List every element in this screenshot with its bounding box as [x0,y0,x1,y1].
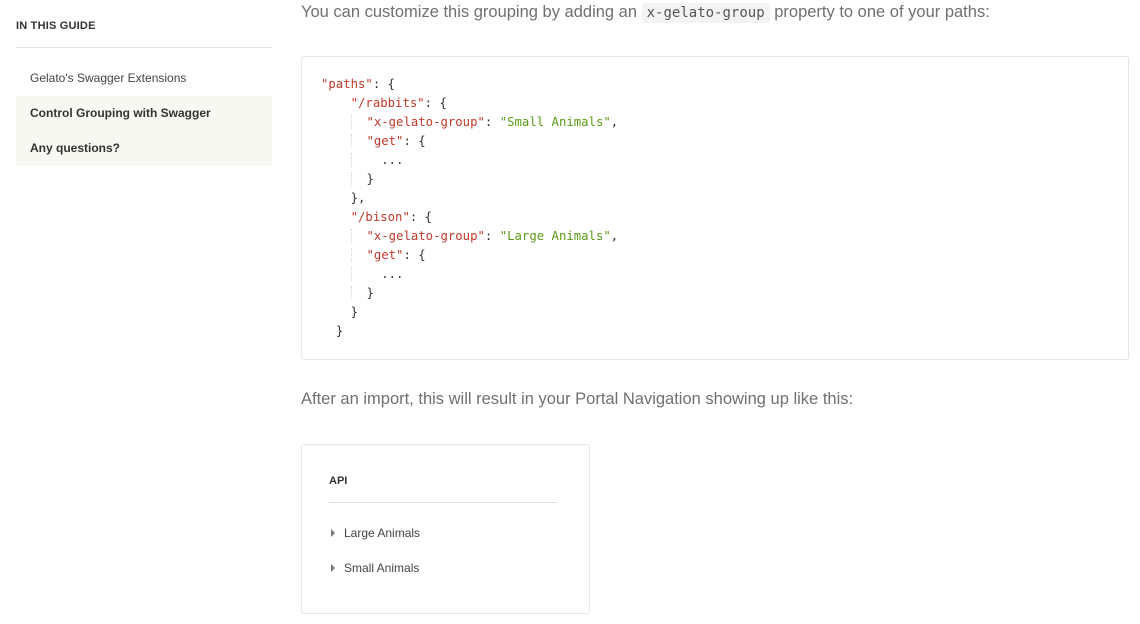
after-import-paragraph: After an import, this will result in you… [301,390,854,408]
nav-item-label: Large Animals [344,526,421,540]
sidebar-list: Gelato's Swagger Extensions Control Grou… [16,61,272,166]
nav-item-small-animals[interactable]: Small Animals [331,558,419,578]
caret-right-icon [331,563,335,572]
sidebar-item-control-grouping[interactable]: Control Grouping with Swagger [16,96,272,131]
nav-preview-heading: API [329,475,557,503]
code-key-gelato-group: "x-gelato-group" [366,115,485,129]
intro-text-before: You can customize this grouping by addin… [301,3,642,21]
sidebar-item-swagger-extensions[interactable]: Gelato's Swagger Extensions [16,61,272,96]
code-ellipsis: ... [381,153,404,167]
sidebar: IN THIS GUIDE Gelato's Swagger Extension… [16,0,272,166]
sidebar-heading: IN THIS GUIDE [16,20,272,48]
code-key-gelato-group: "x-gelato-group" [366,229,485,243]
code-value-large-animals: "Large Animals" [499,229,611,243]
code-value-small-animals: "Small Animals" [499,115,611,129]
json-code: "paths": { "/rabbits": { "x-gelato-group… [321,77,619,338]
nav-item-large-animals[interactable]: Large Animals [331,523,420,543]
inline-code-property: x-gelato-group [641,3,770,23]
nav-item-label: Small Animals [344,561,420,575]
portal-navigation-preview: API Large Animals Small Animals [301,444,590,614]
code-block: "paths": { "/rabbits": { "x-gelato-group… [301,56,1129,360]
intro-text-after: property to one of your paths: [769,3,990,21]
code-key-bison: "/bison" [350,210,410,224]
code-key-get: "get" [366,248,404,262]
caret-right-icon [331,528,335,537]
code-ellipsis: ... [381,267,404,281]
code-key-paths: "paths" [321,77,373,91]
sidebar-item-any-questions[interactable]: Any questions? [16,131,272,166]
intro-paragraph: You can customize this grouping by addin… [301,0,990,25]
code-key-get: "get" [366,134,404,148]
code-key-rabbits: "/rabbits" [350,96,425,110]
